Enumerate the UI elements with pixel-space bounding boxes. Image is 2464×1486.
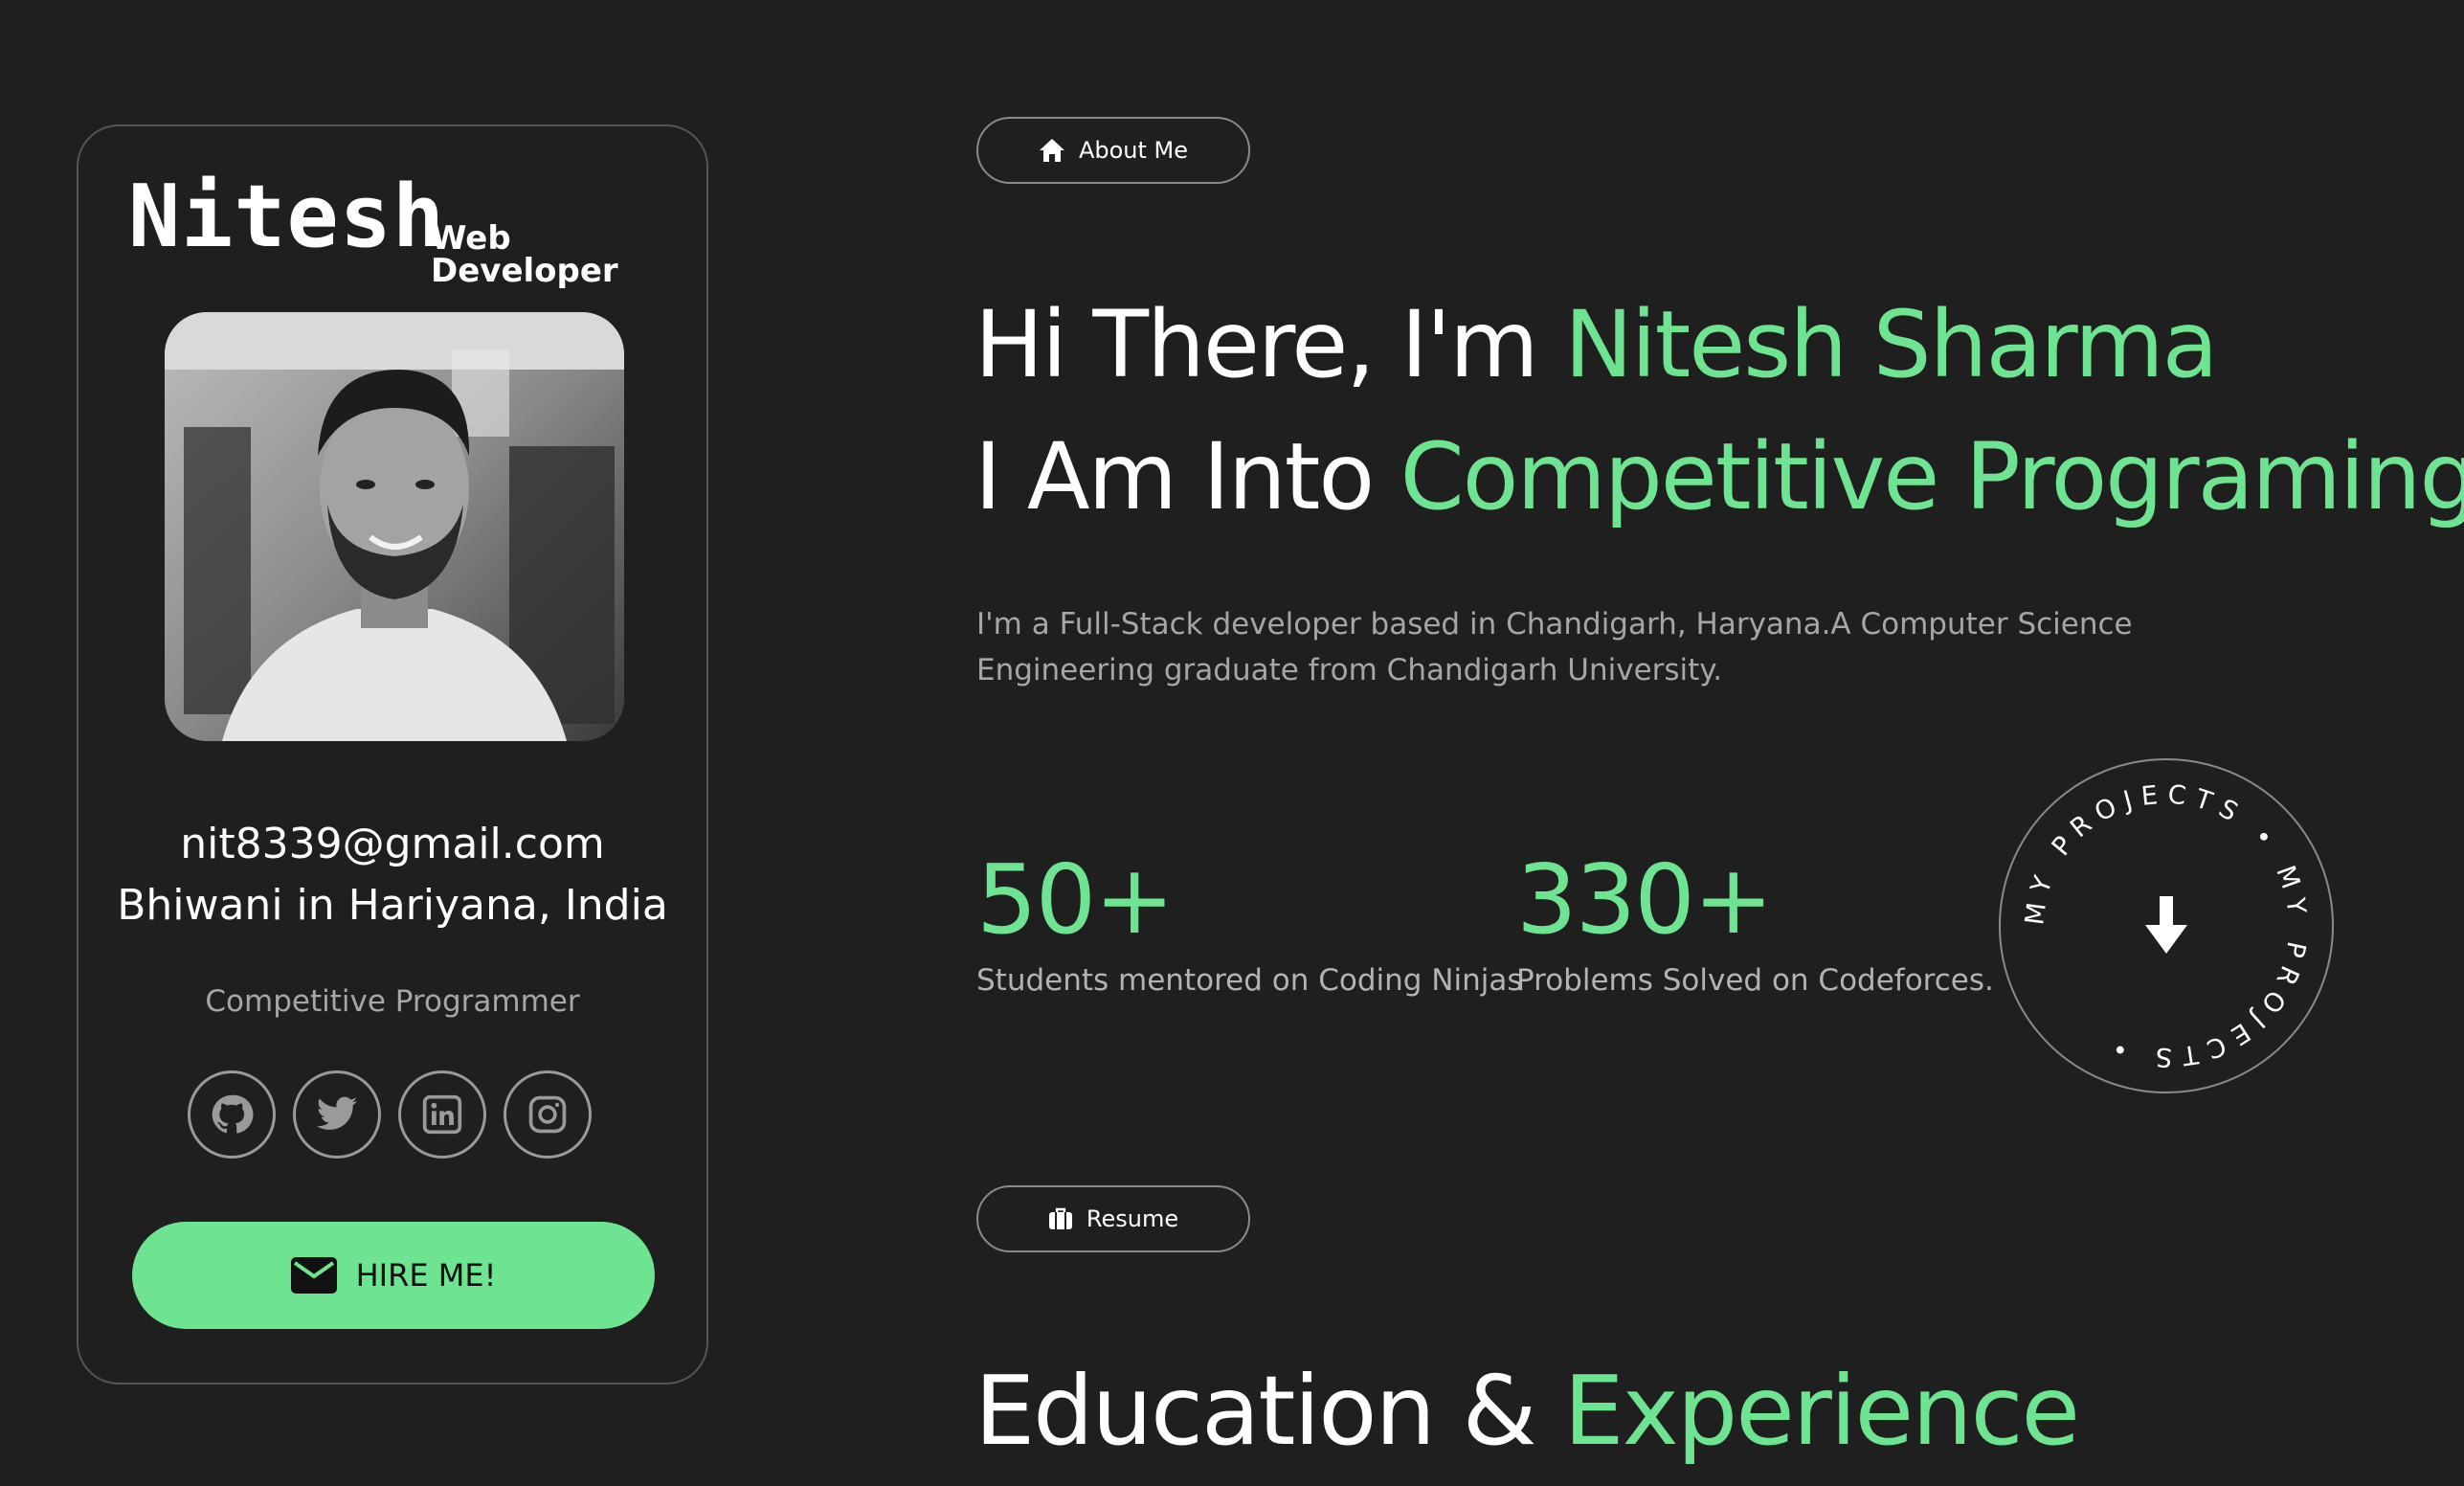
hero-greeting-prefix: Hi There, I'm (974, 291, 1565, 398)
contact-location: Bhiwani in Hariyana, India (117, 881, 668, 930)
twitter-icon (316, 1096, 358, 1130)
envelope-icon (290, 1257, 337, 1294)
twitter-link[interactable] (293, 1070, 381, 1159)
hero-typing: I Am Into Competitive Programing_ (974, 431, 2464, 523)
resume-button[interactable]: Resume (976, 1185, 1250, 1252)
github-link[interactable] (188, 1070, 276, 1159)
linkedin-icon (422, 1094, 462, 1135)
linkedin-link[interactable] (398, 1070, 486, 1159)
about-me-button[interactable]: About Me (976, 117, 1250, 184)
arrow-down-icon (2145, 896, 2187, 954)
instagram-icon (528, 1095, 567, 1134)
education-title: Education & Experience (974, 1363, 2080, 1459)
contact-email[interactable]: nit8339@gmail.com (78, 823, 706, 866)
stat-value-mentored: 50+ (976, 844, 1175, 956)
home-icon (1039, 139, 1064, 162)
education-title-highlight: Experience (1563, 1355, 2080, 1467)
education-title-prefix: Education & (974, 1355, 1564, 1467)
stat-value-problems: 330+ (1516, 844, 1774, 956)
resume-label: Resume (1086, 1205, 1179, 1232)
stat-label-problems: Problems Solved on Codeforces. (1516, 963, 1994, 998)
brand-role: Web Developer (431, 219, 618, 290)
hero-name: Nitesh Sharma (1564, 291, 2218, 398)
profile-tagline: Competitive Programmer (205, 984, 580, 1019)
hero-typing-text: Competitive Programing (1400, 423, 2464, 530)
social-links (188, 1070, 592, 1159)
hero-bio: I'm a Full-Stack developer based in Chan… (976, 607, 2133, 687)
stat-label-mentored: Students mentored on Coding Ninjas (976, 963, 1523, 998)
brand-name: Nitesh (128, 167, 446, 267)
profile-card: Nitesh Web Developer nit8339@gmail.com B… (77, 124, 708, 1385)
github-icon (212, 1094, 254, 1134)
hire-me-label: HIRE ME! (355, 1257, 497, 1294)
avatar (165, 312, 624, 741)
hero-greeting: Hi There, I'm Nitesh Sharma (974, 299, 2218, 391)
hire-me-button[interactable]: HIRE ME! (132, 1222, 655, 1329)
hero-typing-prefix: I Am Into (974, 423, 1400, 530)
my-projects-badge[interactable]: MY PROJECTS • MY PROJECTS • (1997, 756, 2336, 1095)
briefcase-icon (1048, 1207, 1072, 1229)
instagram-link[interactable] (504, 1070, 592, 1159)
about-me-label: About Me (1078, 137, 1189, 164)
